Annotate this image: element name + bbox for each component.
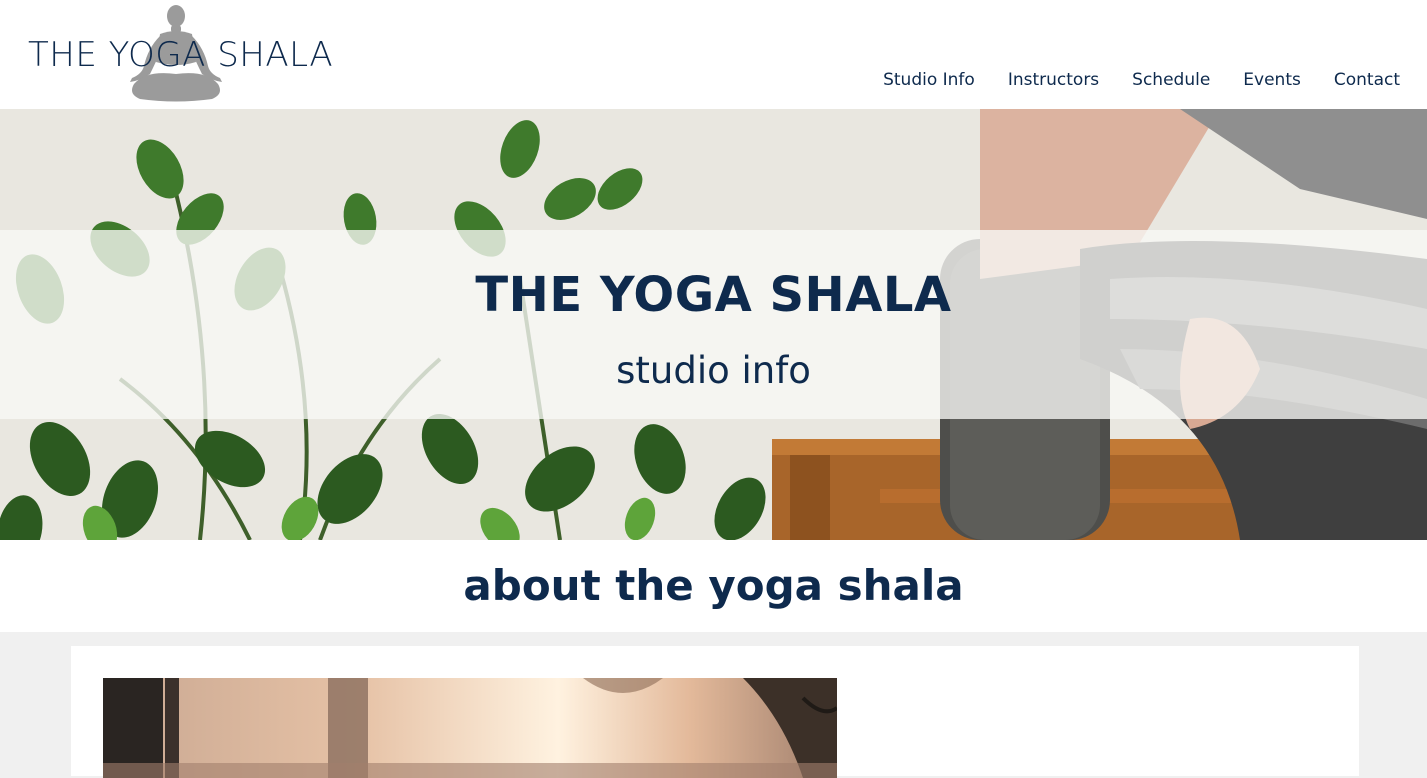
hero-banner: THE YOGA SHALA studio info [0,109,1427,540]
nav-item-schedule[interactable]: Schedule [1132,70,1210,90]
nav-item-instructors[interactable]: Instructors [1008,70,1099,90]
about-content-card [71,646,1359,778]
about-section-header: about the yoga shala [0,540,1427,632]
site-header: THE YOGA SHALA Studio Info Instructors S… [0,0,1427,109]
about-heading: about the yoga shala [463,561,964,610]
nav-item-events[interactable]: Events [1243,70,1301,90]
nav-item-studio-info[interactable]: Studio Info [883,70,975,90]
logo-text: THE YOGA SHALA [28,35,334,75]
studio-photo [103,678,837,778]
main-nav: Studio Info Instructors Schedule Events … [883,70,1400,90]
hero-subtitle: studio info [616,349,811,392]
site-logo[interactable]: THE YOGA SHALA [28,4,333,102]
hero-title: THE YOGA SHALA [475,267,952,323]
nav-item-contact[interactable]: Contact [1334,70,1400,90]
